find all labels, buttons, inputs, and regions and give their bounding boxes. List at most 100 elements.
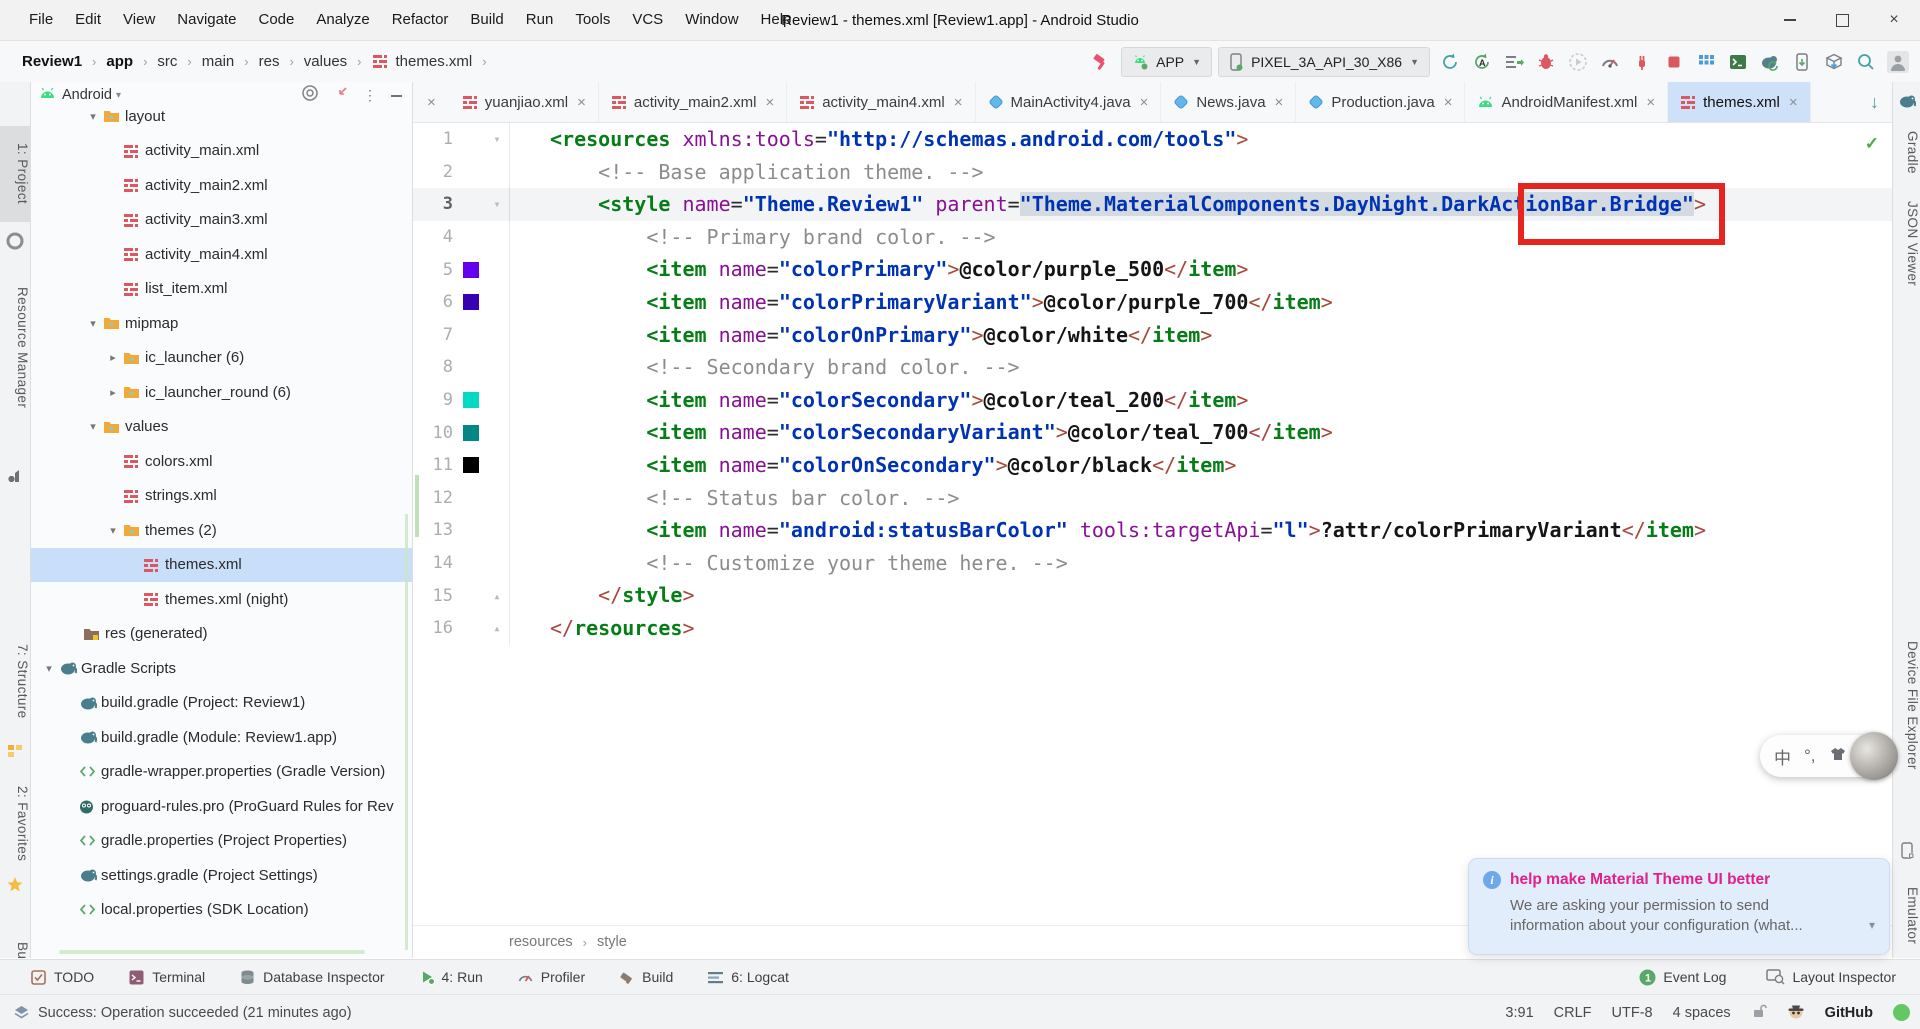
menu-file[interactable]: File	[18, 11, 64, 28]
breadcrumb-item[interactable]: main	[200, 53, 237, 70]
editor-tab-activity_main2.xml[interactable]: activity_main2.xml ×	[599, 82, 788, 122]
tree-item-Gradle-Scripts[interactable]: ▾ Gradle Scripts	[31, 651, 412, 686]
tool-window-button-build[interactable]: Build	[619, 969, 673, 986]
line-ending[interactable]: CRLF	[1554, 1005, 1592, 1021]
code-line-13[interactable]: 13 <item name="android:statusBarColor" t…	[413, 514, 1893, 547]
menu-edit[interactable]: Edit	[64, 11, 112, 28]
tool-button-structure[interactable]: 7: Structure	[0, 622, 30, 740]
tree-expanded-arrow-icon[interactable]: ▾	[83, 317, 103, 330]
tab-close-icon[interactable]: ×	[954, 94, 963, 111]
editor-breadcrumb-resources[interactable]: resources	[509, 934, 573, 950]
emulator-device-icon[interactable]	[1900, 842, 1913, 864]
run-configuration-select[interactable]: APP ▼	[1121, 46, 1213, 77]
code-line-5[interactable]: 5 <item name="colorPrimary">@color/purpl…	[413, 253, 1893, 286]
editor-tab-MainActivity4.java[interactable]: MainActivity4.java ×	[976, 82, 1162, 122]
leading-tab-close-icon[interactable]: ×	[413, 82, 450, 122]
tool-window-button-terminal[interactable]: Terminal	[128, 969, 205, 986]
color-swatch[interactable]	[457, 392, 485, 409]
attach-debugger-icon[interactable]	[1628, 48, 1656, 76]
fold-marker-icon[interactable]: ▾	[485, 197, 509, 211]
editor-tab-themes.xml[interactable]: themes.xml ×	[1668, 82, 1811, 122]
rerun-activity-icon[interactable]: A	[1468, 48, 1496, 76]
tree-item-list_item.xml[interactable]: list_item.xml	[31, 272, 412, 307]
tool-button-device-file-explorer[interactable]: Device File Explorer	[1893, 598, 1920, 812]
ime-punctuation-toggle[interactable]: °,	[1804, 746, 1816, 766]
menu-help[interactable]: Help	[750, 11, 803, 28]
fold-marker-icon[interactable]: ▴	[485, 621, 509, 635]
indent-setting[interactable]: 4 spaces	[1673, 1005, 1731, 1021]
device-manager-icon[interactable]	[1788, 48, 1816, 76]
build-icon[interactable]	[7, 468, 23, 489]
code-line-12[interactable]: 12 <!-- Status bar color. -->	[413, 481, 1893, 515]
breadcrumb-item[interactable]: Review1	[20, 53, 84, 70]
debug-icon[interactable]	[1532, 48, 1560, 76]
inspections-ok-icon[interactable]: ✓	[1865, 134, 1879, 154]
code-line-7[interactable]: 7 <item name="colorOnPrimary">@color/whi…	[413, 318, 1893, 352]
terminal-icon[interactable]	[1724, 48, 1752, 76]
tree-item-proguard-rules.pro-ProGuard-Rules-for-Rev[interactable]: proguard-rules.pro (ProGuard Rules for R…	[31, 789, 412, 824]
code-line-8[interactable]: 8 <!-- Secondary brand color. -->	[413, 351, 1893, 384]
ime-language-toggle[interactable]: 中	[1774, 744, 1791, 769]
search-icon[interactable]	[1852, 48, 1880, 76]
code-editor[interactable]: 1 ▾ <resources xmlns:tools="http://schemas…	[413, 123, 1893, 966]
profiler-icon[interactable]	[1596, 48, 1624, 76]
device-grid-icon[interactable]	[1692, 48, 1720, 76]
tree-item-strings.xml[interactable]: strings.xml	[31, 479, 412, 514]
editor-tab-AndroidManifest.xml[interactable]: AndroidManifest.xml ×	[1465, 82, 1669, 122]
tree-item-mipmap[interactable]: ▾ mipmap	[31, 306, 412, 341]
tree-expanded-arrow-icon[interactable]: ▾	[39, 662, 59, 675]
code-line-16[interactable]: 16 ▴ </resources>	[413, 611, 1893, 645]
tool-window-button-event-log[interactable]: 1 Event Log	[1639, 969, 1726, 986]
tree-item-settings.gradle-Project-Settings-[interactable]: settings.gradle (Project Settings)	[31, 858, 412, 893]
code-line-11[interactable]: 11 <item name="colorOnSecondary">@color/…	[413, 448, 1893, 482]
tab-close-icon[interactable]: ×	[1444, 94, 1453, 111]
project-view-select[interactable]: Android	[62, 87, 112, 103]
stop-icon[interactable]	[1660, 48, 1688, 76]
tab-close-icon[interactable]: ×	[577, 94, 586, 111]
tool-button-emulator[interactable]: Emulator	[1893, 866, 1920, 966]
fold-marker-icon[interactable]: ▾	[485, 132, 509, 146]
menu-code[interactable]: Code	[247, 11, 305, 28]
menu-window[interactable]: Window	[674, 11, 749, 28]
tree-item-build.gradle-Module-Review1.app-[interactable]: build.gradle (Module: Review1.app)	[31, 720, 412, 755]
tree-item-activity_main4.xml[interactable]: activity_main4.xml	[31, 237, 412, 272]
code-line-6[interactable]: 6 <item name="colorPrimaryVariant">@colo…	[413, 285, 1893, 319]
code-line-15[interactable]: 15 ▴ </style>	[413, 579, 1893, 612]
editor-breadcrumb-style[interactable]: style	[597, 934, 627, 950]
menu-tools[interactable]: Tools	[564, 11, 621, 28]
tool-window-button-4-run[interactable]: 4: Run	[419, 969, 483, 986]
tree-collapsed-arrow-icon[interactable]: ▸	[103, 386, 123, 399]
favorites-star-icon[interactable]	[7, 876, 24, 898]
ime-toolbar[interactable]: 中 °,	[1760, 732, 1898, 780]
code-line-9[interactable]: 9 <item name="colorSecondary">@color/tea…	[413, 383, 1893, 417]
tree-item-values[interactable]: ▾ values	[31, 410, 412, 445]
resource-manager-icon[interactable]	[6, 232, 24, 255]
tree-expanded-arrow-icon[interactable]: ▾	[103, 524, 123, 537]
kebab-menu-icon[interactable]: ⋮	[363, 87, 377, 104]
menu-analyze[interactable]: Analyze	[305, 11, 380, 28]
breadcrumb-item[interactable]: themes.xml	[394, 53, 475, 70]
gradle-sync-icon[interactable]	[1756, 48, 1784, 76]
tool-window-button-todo[interactable]: TODO	[30, 969, 94, 986]
notification-popup[interactable]: i help make Material Theme UI better We …	[1468, 858, 1890, 955]
tab-close-icon[interactable]: ×	[1140, 94, 1149, 111]
tool-button-gradle[interactable]: Gradle	[1893, 120, 1920, 184]
tool-window-button-profiler[interactable]: Profiler	[517, 969, 585, 986]
sdk-manager-icon[interactable]	[1820, 48, 1848, 76]
code-line-10[interactable]: 10 <item name="colorSecondaryVariant">@c…	[413, 416, 1893, 449]
build-hammer-icon[interactable]	[1087, 48, 1115, 76]
tree-expanded-arrow-icon[interactable]: ▾	[83, 420, 103, 433]
incognito-icon[interactable]	[1787, 1003, 1805, 1023]
color-swatch[interactable]	[457, 424, 485, 441]
breadcrumb-item[interactable]: src	[155, 53, 179, 70]
unlock-icon[interactable]	[1751, 1003, 1767, 1023]
breadcrumb-item[interactable]: values	[302, 53, 349, 70]
hide-panel-icon[interactable]	[391, 94, 402, 97]
code-line-14[interactable]: 14 <!-- Customize your theme here. -->	[413, 546, 1893, 580]
breadcrumb-item[interactable]: res	[257, 53, 282, 70]
locate-file-icon[interactable]	[301, 84, 319, 107]
caret-position[interactable]: 3:91	[1505, 1005, 1533, 1021]
tree-scrollbar-vertical[interactable]	[405, 514, 408, 950]
tree-item-ic_launcher_round-6-[interactable]: ▸ ic_launcher_round (6)	[31, 375, 412, 410]
tree-item-res-generated-[interactable]: res (generated)	[31, 617, 412, 652]
